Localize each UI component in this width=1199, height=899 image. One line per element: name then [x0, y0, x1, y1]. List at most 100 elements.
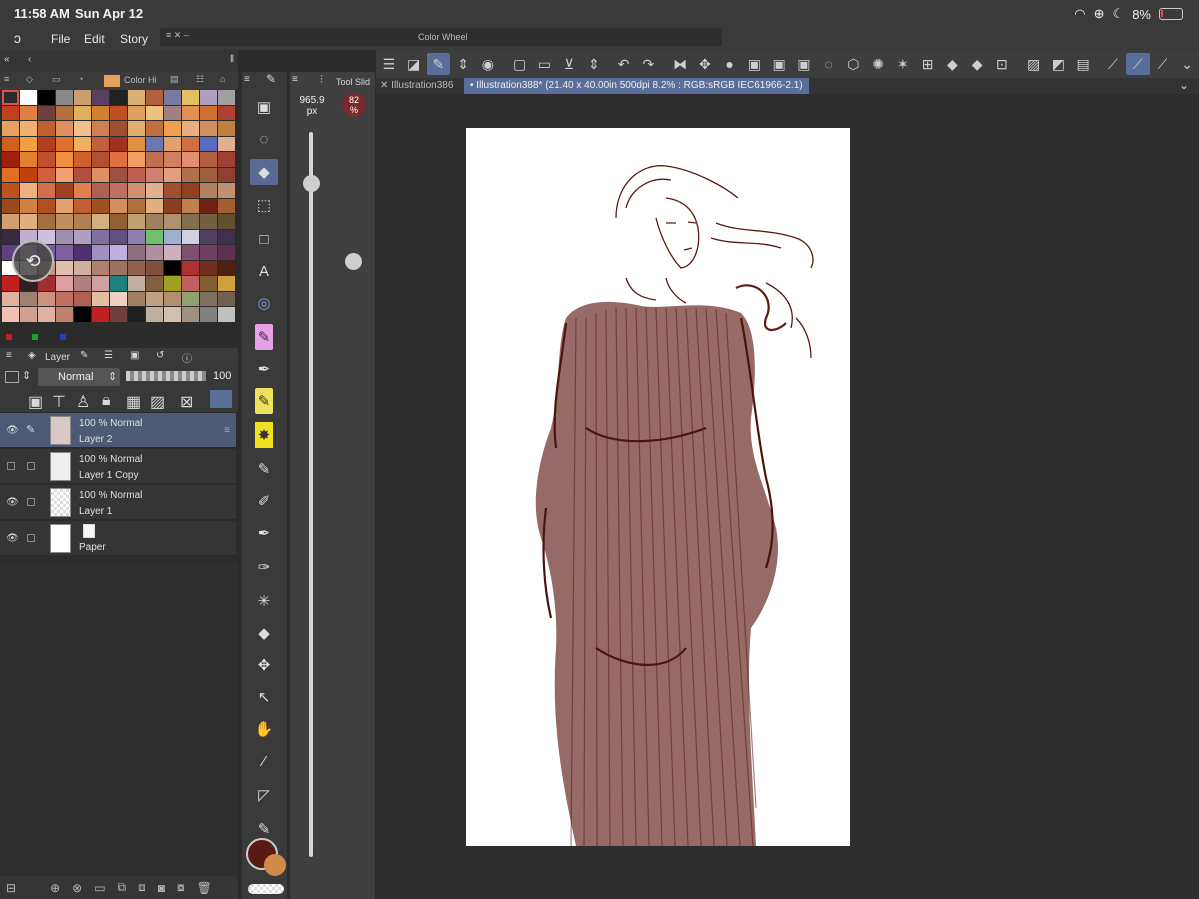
color-swatch[interactable]: [2, 167, 19, 182]
color-swatch[interactable]: [110, 105, 127, 120]
new-folder-icon[interactable]: ▭: [94, 881, 105, 895]
chevron-updown-icon[interactable]: ⇕: [582, 53, 606, 75]
color-swatch[interactable]: [164, 121, 181, 136]
color-swatch[interactable]: [110, 291, 127, 306]
color-swatch[interactable]: [128, 121, 145, 136]
color-swatch[interactable]: [38, 291, 55, 306]
color-swatch[interactable]: [110, 260, 127, 275]
tab-icon-set[interactable]: ▭: [52, 74, 61, 85]
close-icon[interactable]: ✕: [380, 80, 388, 91]
color-swatch[interactable]: [2, 214, 19, 229]
color-swatch[interactable]: [200, 167, 217, 182]
mask-enable-icon[interactable]: ▨: [150, 392, 165, 412]
color-swatch[interactable]: [128, 167, 145, 182]
color-swatch[interactable]: [110, 276, 127, 291]
color-swatch[interactable]: [110, 198, 127, 213]
color-swatch[interactable]: [74, 214, 91, 229]
color-swatch[interactable]: [182, 167, 199, 182]
color-swatch[interactable]: [56, 121, 73, 136]
color-swatch[interactable]: [218, 90, 235, 105]
color-swatch[interactable]: [146, 229, 163, 244]
color-swatch[interactable]: [182, 121, 199, 136]
layer-opacity-value[interactable]: 100: [213, 370, 231, 382]
color-swatch[interactable]: [20, 90, 37, 105]
color-swatch[interactable]: [38, 167, 55, 182]
layer-row-paper[interactable]: 👁︎ Paper: [0, 521, 236, 556]
color-swatch[interactable]: [74, 167, 91, 182]
tone-icon[interactable]: ◩: [1047, 53, 1071, 75]
color-swatch[interactable]: [146, 260, 163, 275]
color-swatch[interactable]: [56, 198, 73, 213]
tab-icon-navigator[interactable]: ▣: [130, 350, 139, 361]
color-swatch[interactable]: [218, 198, 235, 213]
color-swatch[interactable]: [2, 90, 19, 105]
hand-tool-icon[interactable]: ✋: [250, 716, 278, 742]
eraser-tool-icon[interactable]: ◆: [250, 159, 278, 185]
collapse-left-icon[interactable]: «: [4, 54, 10, 65]
color-swatch[interactable]: [92, 307, 109, 322]
chevron-down-icon[interactable]: ⌄: [1175, 53, 1199, 75]
mask-icon[interactable]: ◙: [158, 881, 165, 895]
lasso-tool-icon[interactable]: ◌: [250, 126, 278, 152]
color-swatch[interactable]: [38, 90, 55, 105]
color-swatch[interactable]: [2, 105, 19, 120]
layer-row-layer-1-copy[interactable]: 100 % Normal Layer 1 Copy: [0, 449, 236, 484]
app-logo-icon[interactable]: ↄ: [14, 30, 21, 46]
brush-size-slider-track[interactable]: [309, 132, 313, 857]
color-swatch[interactable]: [92, 229, 109, 244]
airbrush-tool-icon[interactable]: ✒: [250, 520, 278, 546]
color-swatch[interactable]: [200, 214, 217, 229]
panel-menu-icon[interactable]: ≡: [244, 74, 250, 85]
menu-icon[interactable]: ☰: [377, 53, 401, 75]
color-swatch[interactable]: [92, 121, 109, 136]
color-swatch[interactable]: [56, 214, 73, 229]
color-swatch[interactable]: [20, 136, 37, 151]
color-swatch[interactable]: [20, 291, 37, 306]
tab-icon-palette[interactable]: ◇: [26, 74, 33, 85]
color-swatch[interactable]: [74, 276, 91, 291]
chevron-updown-icon[interactable]: ⇕: [22, 369, 31, 382]
color-swatch[interactable]: [200, 90, 217, 105]
layer-opacity-slider[interactable]: [126, 371, 206, 381]
canvas-icon[interactable]: ◪: [402, 53, 426, 75]
drag-handle-icon[interactable]: ≡ ✕ –: [166, 30, 189, 41]
color-swatch[interactable]: [128, 136, 145, 151]
panel-menu-icon[interactable]: ≡: [292, 74, 298, 85]
fill-icon[interactable]: ◆: [941, 53, 965, 75]
color-swatch[interactable]: [20, 152, 37, 167]
color-swatch[interactable]: [128, 214, 145, 229]
color-swatch[interactable]: [146, 167, 163, 182]
drawing-canvas[interactable]: [466, 128, 850, 846]
color-swatch[interactable]: [38, 121, 55, 136]
stroke-a-icon[interactable]: ⟋: [1101, 53, 1125, 75]
color-swatch[interactable]: [74, 229, 91, 244]
color-swatch[interactable]: [92, 214, 109, 229]
layer-property-icon[interactable]: ⊟: [6, 881, 16, 895]
spinner-icon[interactable]: ✺: [866, 53, 890, 75]
open-file-icon[interactable]: ▭: [533, 53, 557, 75]
move-icon[interactable]: ✥: [693, 53, 717, 75]
color-swatch[interactable]: [164, 229, 181, 244]
tab-tool-slider[interactable]: Tool Slid: [336, 77, 370, 87]
color-swatch[interactable]: [146, 136, 163, 151]
color-swatch[interactable]: [38, 136, 55, 151]
color-swatch[interactable]: [92, 245, 109, 260]
menu-story[interactable]: Story: [120, 32, 148, 46]
color-swatch[interactable]: [20, 307, 37, 322]
color-swatch[interactable]: [92, 260, 109, 275]
color-swatch[interactable]: [2, 229, 19, 244]
color-swatch[interactable]: [164, 214, 181, 229]
color-swatch[interactable]: [74, 90, 91, 105]
color-swatch[interactable]: [128, 183, 145, 198]
gradient-map-icon[interactable]: ◉: [476, 53, 500, 75]
pen-pink-tool-icon[interactable]: ✎: [255, 324, 273, 350]
color-swatch[interactable]: [164, 167, 181, 182]
color-swatch[interactable]: [74, 121, 91, 136]
operation-tool-icon[interactable]: ↖: [250, 684, 278, 710]
color-swatch[interactable]: [56, 152, 73, 167]
stroke-c-icon[interactable]: ⟋: [1151, 53, 1175, 75]
color-swatch[interactable]: [2, 152, 19, 167]
tab-layer[interactable]: Layer: [45, 352, 70, 363]
color-swatch[interactable]: [182, 136, 199, 151]
marker-tool-icon[interactable]: ✎: [255, 388, 273, 414]
